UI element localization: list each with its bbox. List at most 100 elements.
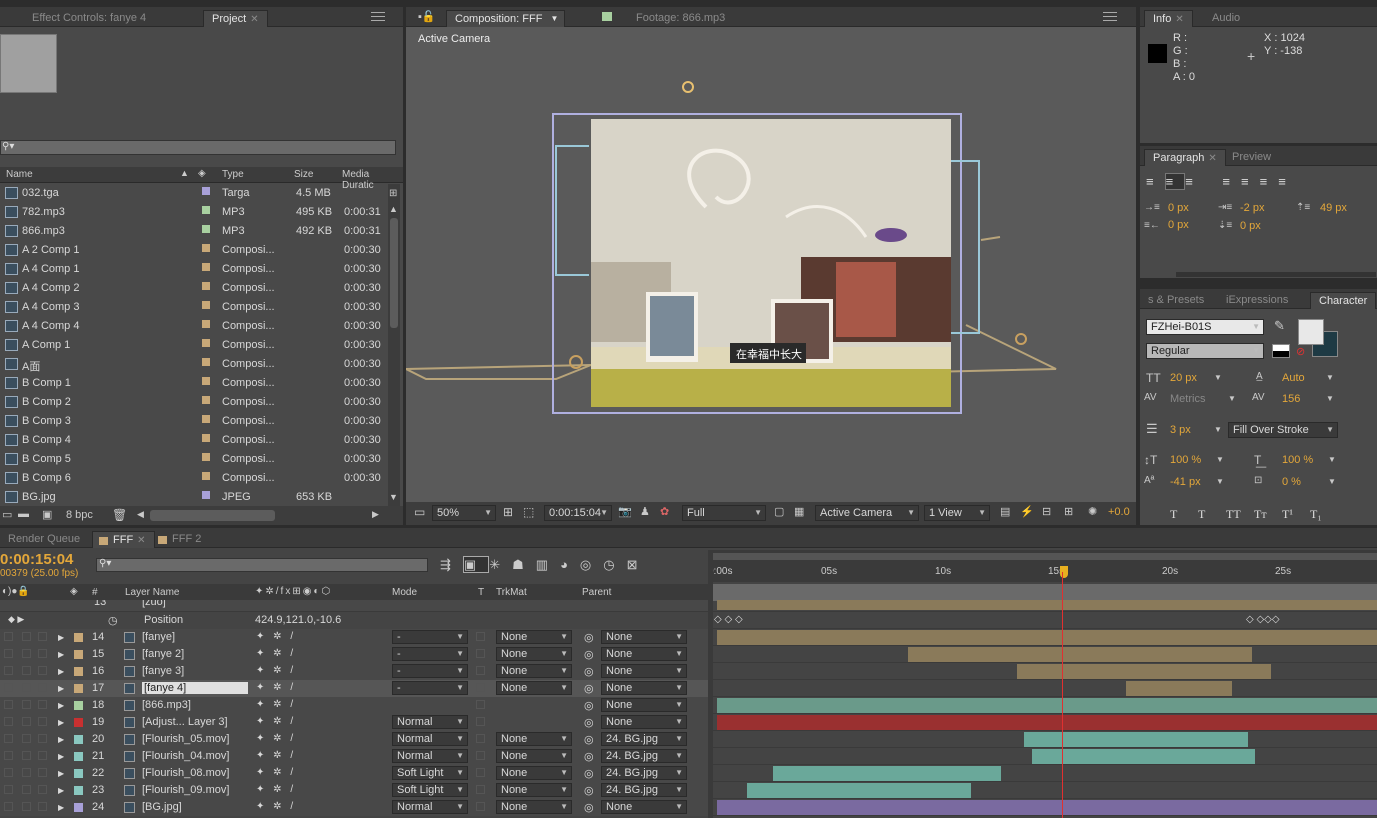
roi-icon[interactable]: ▢ <box>774 505 784 518</box>
layer-row[interactable]: ▶ 20 [Flourish_05.mov] ✦ ✲ / Normal None ◎ 24. … <box>0 731 1377 748</box>
track-matte-select[interactable]: None <box>496 783 572 797</box>
expand-arrow-icon[interactable]: ▶ <box>58 650 64 659</box>
expand-arrow-icon[interactable]: ▶ <box>58 633 64 642</box>
fast-preview-icon[interactable]: ⚡ <box>1020 505 1034 518</box>
project-item[interactable]: A面 Composi... 0:00:30 <box>0 355 388 374</box>
col-t[interactable]: T <box>478 587 484 598</box>
h-scroll-thumb[interactable] <box>150 510 275 521</box>
preserve-transparency-switch[interactable] <box>476 632 485 641</box>
preserve-transparency-switch[interactable] <box>476 768 485 777</box>
layer-row[interactable]: ▶ 21 [Flourish_04.mov] ✦ ✲ / Normal None ◎ 24. … <box>0 748 1377 765</box>
layer-row[interactable]: ▶ 24 [BG.jpg] ✦ ✲ / Normal None ◎ None <box>0 799 1377 816</box>
label-color-chip[interactable] <box>202 301 210 309</box>
transparency-grid-icon[interactable]: ▦ <box>794 505 804 518</box>
tab-composition[interactable]: Composition: FFF ▼ <box>446 10 566 27</box>
blend-mode-select[interactable]: Soft Light <box>392 766 468 780</box>
tab-effects-presets[interactable]: s & Presets <box>1140 292 1212 309</box>
position-value[interactable]: 424.9,121.0,-10.6 <box>255 614 341 626</box>
track-matte-select[interactable]: None <box>496 800 572 814</box>
indent-first-value[interactable]: -2 px <box>1240 202 1264 214</box>
pick-whip-icon[interactable]: ◎ <box>584 750 594 763</box>
label-color-chip[interactable] <box>202 396 210 404</box>
chevron-down-icon[interactable]: ▼ <box>1328 455 1336 464</box>
justify-center-icon[interactable]: ≡ <box>1241 174 1260 189</box>
preserve-transparency-switch[interactable] <box>476 700 485 709</box>
solo-switch[interactable] <box>22 683 31 692</box>
layer-duration-bar[interactable] <box>717 715 1377 730</box>
keyframes-end[interactable]: ◇ ◇◇◇ <box>1246 614 1280 625</box>
graph-editor-icon[interactable]: ⊠ <box>627 557 650 572</box>
parent-select[interactable]: 24. BG.jpg <box>601 766 687 780</box>
leading-value[interactable]: Auto <box>1282 372 1305 384</box>
parent-select[interactable]: None <box>601 647 687 661</box>
label-color-chip[interactable] <box>74 752 83 761</box>
layer-switches[interactable]: ✦ ✲ / <box>256 716 296 727</box>
fit-icon[interactable]: ⊞ <box>503 505 513 519</box>
brainstorm-icon[interactable]: ◎ <box>580 557 603 572</box>
layer-row[interactable]: ▶ 22 [Flourish_08.mov] ✦ ✲ / Soft Light None ◎… <box>0 765 1377 782</box>
label-color-chip[interactable] <box>202 282 210 290</box>
label-color-chip[interactable] <box>74 701 83 710</box>
justify-right-icon[interactable]: ≡ <box>1260 174 1279 189</box>
label-color-chip[interactable] <box>202 491 210 499</box>
text-style-button[interactable]: Tт <box>1254 507 1267 522</box>
justify-all-icon[interactable]: ≡ <box>1278 174 1297 189</box>
tab-effect-controls[interactable]: Effect Controls: fanye 4 <box>24 10 154 27</box>
tab-character[interactable]: Character <box>1310 292 1377 309</box>
visibility-switch[interactable] <box>4 717 13 726</box>
project-search-input[interactable]: ⚲▾ <box>0 140 396 155</box>
always-preview-icon[interactable]: ▭ <box>414 505 425 519</box>
color-channel-icon[interactable]: ✿ <box>660 505 669 518</box>
project-item[interactable]: A Comp 1 Composi... 0:00:30 <box>0 336 388 355</box>
lock-switch[interactable] <box>38 751 47 760</box>
tab-footage[interactable]: Footage: 866.mp3 <box>628 10 733 27</box>
timecode-display[interactable]: 0:00:15:04 <box>544 505 612 521</box>
chevron-down-icon[interactable]: ▼ <box>1326 373 1334 382</box>
chevron-down-icon[interactable]: ▼ <box>1214 373 1222 382</box>
parent-select[interactable]: None <box>601 630 687 644</box>
eyedropper-icon[interactable]: ✎ <box>1274 318 1285 334</box>
expand-arrow-icon[interactable]: ▶ <box>58 752 64 761</box>
layer-name[interactable]: [zuo] <box>142 600 166 608</box>
layer-name[interactable]: [fanye] <box>142 631 175 643</box>
font-style-select[interactable]: Regular <box>1146 343 1264 359</box>
lock-switch[interactable] <box>38 666 47 675</box>
project-item[interactable]: B Comp 6 Composi... 0:00:30 <box>0 469 388 488</box>
solo-switch[interactable] <box>22 802 31 811</box>
layer-duration-bar[interactable] <box>1126 681 1232 696</box>
visibility-switch[interactable] <box>4 751 13 760</box>
layer-switches[interactable]: ✦ ✲ / <box>256 784 296 795</box>
expand-arrow-icon[interactable]: ▶ <box>58 684 64 693</box>
layer-duration-bar[interactable] <box>717 800 1377 815</box>
preserve-transparency-switch[interactable] <box>476 649 485 658</box>
live-update-icon[interactable]: ▣ <box>462 556 490 573</box>
expand-arrow-icon[interactable]: ▶ <box>58 701 64 710</box>
show-snapshot-icon[interactable]: ♟ <box>640 505 650 518</box>
exposure-value[interactable]: +0.0 <box>1108 506 1130 518</box>
motion-blur-icon[interactable]: ◕ <box>560 557 580 572</box>
label-color-chip[interactable] <box>74 786 83 795</box>
layer-switches[interactable]: ✦ ✲ / <box>256 682 296 693</box>
tab-preview[interactable]: Preview <box>1224 149 1279 166</box>
stopwatch-icon[interactable]: ◷ <box>108 614 118 627</box>
horizontal-scale-value[interactable]: 100 % <box>1282 454 1313 466</box>
comp-mini-flowchart-icon[interactable]: ⇶ <box>440 557 463 572</box>
text-style-button[interactable]: TT <box>1226 507 1241 522</box>
close-icon[interactable]: ✕ <box>1175 14 1183 25</box>
font-size-value[interactable]: 20 px <box>1170 372 1197 384</box>
new-folder-icon[interactable]: ▬ <box>18 508 29 520</box>
col-mode[interactable]: Mode <box>392 587 417 598</box>
solo-switch[interactable] <box>22 785 31 794</box>
vertical-scale-value[interactable]: 100 % <box>1170 454 1201 466</box>
solo-switch[interactable] <box>22 717 31 726</box>
pick-whip-icon[interactable]: ◎ <box>584 631 594 644</box>
pick-whip-icon[interactable]: ◎ <box>584 648 594 661</box>
label-color-chip[interactable] <box>202 206 210 214</box>
blend-mode-select[interactable]: Normal <box>392 715 468 729</box>
layer-duration-bar[interactable] <box>717 630 1377 645</box>
label-color-chip[interactable] <box>74 769 83 778</box>
project-item[interactable]: A 4 Comp 4 Composi... 0:00:30 <box>0 317 388 336</box>
preserve-transparency-switch[interactable] <box>476 683 485 692</box>
timeline-timecode[interactable]: 0:00:15:04 <box>0 551 73 568</box>
visibility-switch[interactable] <box>4 700 13 709</box>
